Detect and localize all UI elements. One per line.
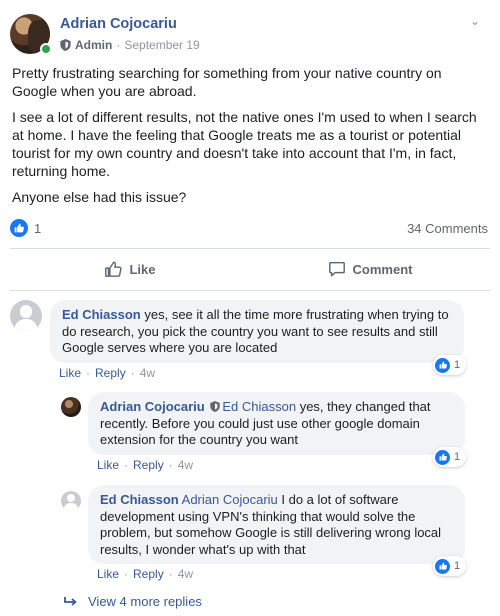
reply-reply-link[interactable]: Reply [133,458,164,472]
reply-actions: Like · Reply · 4w [97,458,194,472]
shield-icon [60,39,71,51]
online-status-indicator [40,43,52,55]
reply-reactions[interactable]: 1 [433,556,467,576]
view-more-replies-label: View 4 more replies [88,594,202,609]
commenter-avatar[interactable] [10,300,42,332]
caret-icon[interactable]: ⌄ [470,14,480,28]
comment-bubble: Ed Chiasson yes, see it all the time mor… [50,300,464,363]
comment-button-label: Comment [352,261,413,277]
reply-time[interactable]: 4w [178,458,193,472]
post-body: Pretty frustrating searching for somethi… [12,64,490,214]
like-reaction-icon [435,558,450,574]
comment-icon [328,261,345,277]
reply-bubble: Ed Chiasson Adrian Cojocariu I do a lot … [88,485,465,564]
post-paragraph: I see a lot of different results, not th… [12,109,477,179]
reply-bubble: Adrian Cojocariu Ed Chiasson yes, they c… [88,392,465,455]
post-date[interactable]: September 19 [124,38,199,52]
reply-like-link[interactable]: Like [97,567,119,581]
like-icon [105,261,123,277]
reply-arrow-icon [64,596,77,606]
view-more-replies-link[interactable]: View 4 more replies [64,594,202,609]
comment-reply-link[interactable]: Reply [95,366,126,380]
comment-reactions[interactable]: 1 [433,355,467,375]
divider [10,248,490,249]
reply-author-avatar[interactable] [61,397,81,417]
mention-link[interactable]: Adrian Cojocariu [182,492,278,507]
like-reaction-icon [435,357,450,373]
meta-separator: · [116,38,121,52]
post-header: Adrian Cojocariu Admin · September 19 ⌄ [10,14,490,56]
reply-reply-link[interactable]: Reply [133,567,164,581]
like-reaction-icon [435,449,450,465]
like-button-label: Like [129,261,156,277]
reply-time[interactable]: 4w [178,567,193,581]
shield-icon [210,401,221,412]
reply-author-avatar[interactable] [61,491,81,511]
like-reaction-icon[interactable] [10,219,28,237]
reaction-count[interactable]: 1 [34,221,41,236]
comment-like-link[interactable]: Like [59,366,81,380]
comment-author[interactable]: Ed Chiasson [62,307,141,322]
post-meta: Admin · September 19 [60,38,200,52]
comment-reaction-count: 1 [454,359,461,371]
post-paragraph: Pretty frustrating searching for somethi… [12,65,442,99]
admin-badge: Admin [75,38,113,52]
reply-reaction-count: 1 [454,451,461,463]
comment-time[interactable]: 4w [140,366,155,380]
comment-actions: Like · Reply · 4w [59,366,156,380]
comments-count[interactable]: 34 Comments [407,221,488,236]
reply-reaction-count: 1 [454,560,461,572]
reply-author[interactable]: Adrian Cojocariu [100,399,205,414]
reply-like-link[interactable]: Like [97,458,119,472]
post-author-name[interactable]: Adrian Cojocariu [60,16,177,32]
like-button[interactable]: Like [10,251,250,287]
mention-link[interactable]: Ed Chiasson [222,399,296,414]
reactions-summary: 1 34 Comments [10,219,490,239]
reply-reactions[interactable]: 1 [433,447,467,467]
post-paragraph: Anyone else had this issue? [12,189,187,205]
comment-button[interactable]: Comment [250,251,490,287]
reply-author[interactable]: Ed Chiasson [100,492,179,507]
divider [10,290,490,291]
post-action-bar: Like Comment [10,251,490,287]
reply-actions: Like · Reply · 4w [97,567,194,581]
